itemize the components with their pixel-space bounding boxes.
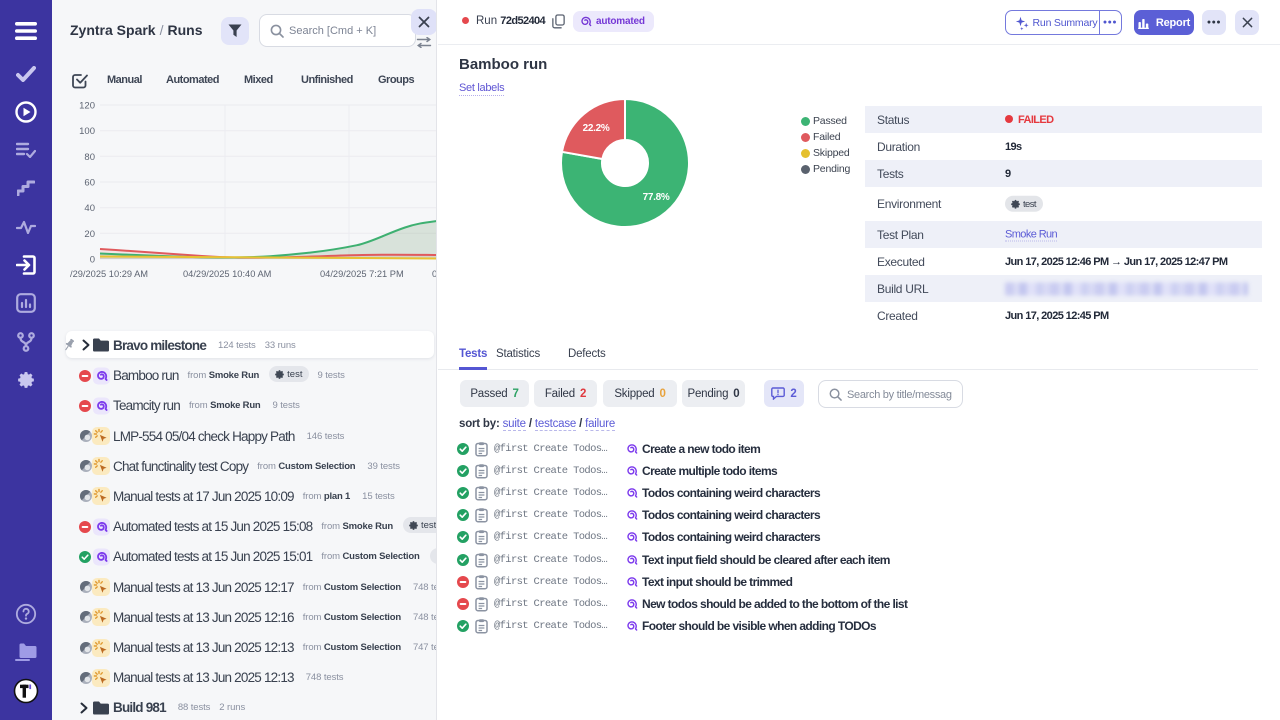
svg-text:04/29/2025 10:40 AM: 04/29/2025 10:40 AM	[183, 269, 271, 279]
svg-text:20: 20	[84, 229, 95, 240]
svg-text:120: 120	[79, 101, 95, 112]
svg-text:40: 40	[84, 203, 95, 214]
svg-text:100: 100	[79, 126, 95, 137]
svg-text:0: 0	[90, 255, 95, 266]
svg-text:22.2%: 22.2%	[583, 123, 610, 134]
svg-text:80: 80	[84, 152, 95, 163]
svg-text:60: 60	[84, 178, 95, 189]
svg-text:04/29/2025 7:21 PM: 04/29/2025 7:21 PM	[320, 269, 404, 279]
svg-text:77.8%: 77.8%	[643, 192, 670, 203]
svg-text:04: 04	[432, 269, 437, 279]
svg-text:/29/2025 10:29 AM: /29/2025 10:29 AM	[70, 269, 148, 279]
